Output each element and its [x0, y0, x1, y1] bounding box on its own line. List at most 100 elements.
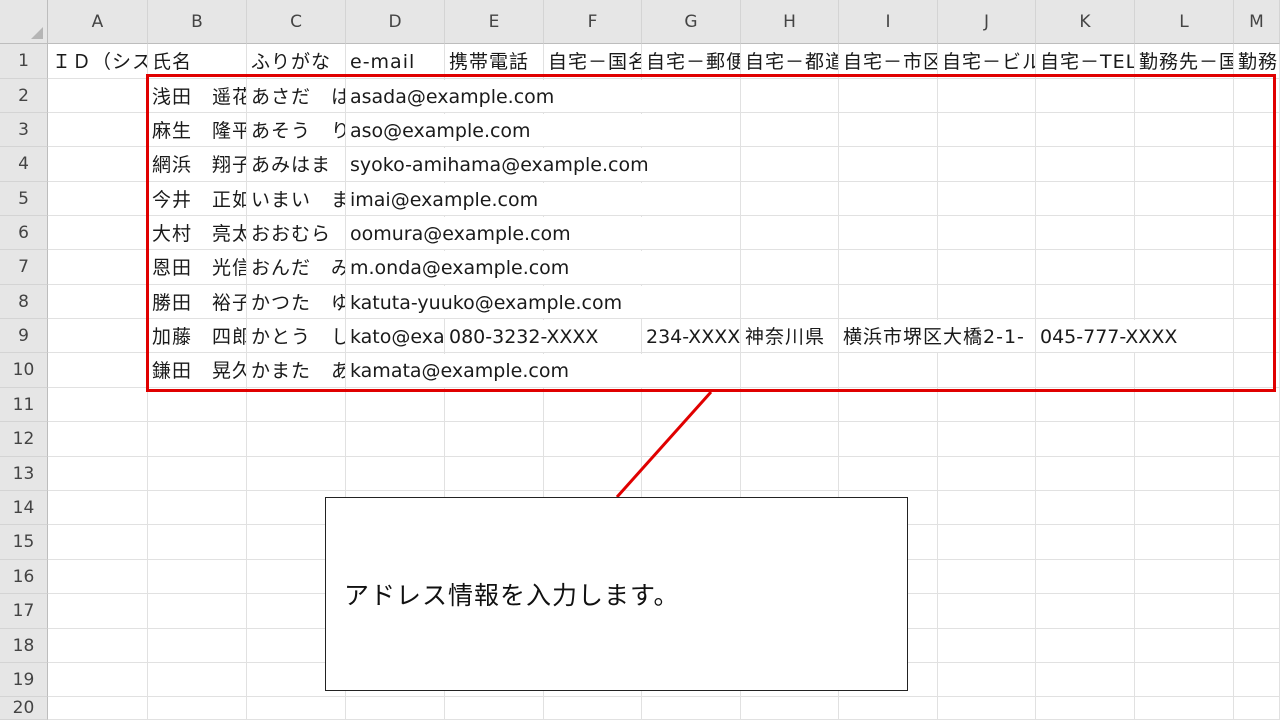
cell-a12[interactable]: [48, 422, 148, 457]
cell-l17[interactable]: [1135, 594, 1234, 629]
cell-h6[interactable]: [741, 216, 839, 250]
cell-j19[interactable]: [938, 663, 1036, 697]
cell-m15[interactable]: [1234, 525, 1280, 560]
cell-k18[interactable]: [1036, 629, 1135, 663]
cell-k2[interactable]: [1036, 79, 1135, 113]
cell-b20[interactable]: [148, 697, 247, 720]
cell-c11[interactable]: [247, 388, 346, 422]
cell-l2[interactable]: [1135, 79, 1234, 113]
cell-b16[interactable]: [148, 560, 247, 594]
cell-j3[interactable]: [938, 113, 1036, 147]
cell-g13[interactable]: [642, 457, 741, 491]
cell-j17[interactable]: [938, 594, 1036, 629]
row-header-1[interactable]: 1: [0, 44, 48, 79]
row-header-7[interactable]: 7: [0, 250, 48, 285]
column-header-f[interactable]: F: [544, 0, 642, 44]
cell-a7[interactable]: [48, 250, 148, 285]
cell-e11[interactable]: [445, 388, 544, 422]
cell-l3[interactable]: [1135, 113, 1234, 147]
cell-i8[interactable]: [839, 285, 938, 319]
column-header-a[interactable]: A: [48, 0, 148, 44]
cell-j5[interactable]: [938, 182, 1036, 216]
cell-a15[interactable]: [48, 525, 148, 560]
cell-h10[interactable]: [741, 353, 839, 388]
column-header-e[interactable]: E: [445, 0, 544, 44]
column-header-k[interactable]: K: [1036, 0, 1135, 44]
row-header-13[interactable]: 13: [0, 457, 48, 491]
row-header-5[interactable]: 5: [0, 182, 48, 216]
cell-m12[interactable]: [1234, 422, 1280, 457]
cell-j4[interactable]: [938, 147, 1036, 182]
cell-m17[interactable]: [1234, 594, 1280, 629]
cell-m6[interactable]: [1234, 216, 1280, 250]
cell-h8[interactable]: [741, 285, 839, 319]
cell-l6[interactable]: [1135, 216, 1234, 250]
row-header-14[interactable]: 14: [0, 491, 48, 525]
cell-b17[interactable]: [148, 594, 247, 629]
column-header-m[interactable]: M: [1234, 0, 1280, 44]
cell-a17[interactable]: [48, 594, 148, 629]
cell-m5[interactable]: [1234, 182, 1280, 216]
cell-h4[interactable]: [741, 147, 839, 182]
cell-j15[interactable]: [938, 525, 1036, 560]
row-header-9[interactable]: 9: [0, 319, 48, 353]
cell-m14[interactable]: [1234, 491, 1280, 525]
cell-j6[interactable]: [938, 216, 1036, 250]
row-header-8[interactable]: 8: [0, 285, 48, 319]
cell-i12[interactable]: [839, 422, 938, 457]
column-header-l[interactable]: L: [1135, 0, 1234, 44]
cell-m9[interactable]: [1234, 319, 1280, 353]
cell-d12[interactable]: [346, 422, 445, 457]
cell-a3[interactable]: [48, 113, 148, 147]
cell-m11[interactable]: [1234, 388, 1280, 422]
cell-g12[interactable]: [642, 422, 741, 457]
cell-i3[interactable]: [839, 113, 938, 147]
cell-l15[interactable]: [1135, 525, 1234, 560]
cell-a5[interactable]: [48, 182, 148, 216]
cell-f12[interactable]: [544, 422, 642, 457]
cell-m8[interactable]: [1234, 285, 1280, 319]
cell-j20[interactable]: [938, 697, 1036, 720]
cell-m16[interactable]: [1234, 560, 1280, 594]
cell-a18[interactable]: [48, 629, 148, 663]
cell-h12[interactable]: [741, 422, 839, 457]
cell-j7[interactable]: [938, 250, 1036, 285]
cell-l4[interactable]: [1135, 147, 1234, 182]
cell-m10[interactable]: [1234, 353, 1280, 388]
row-header-12[interactable]: 12: [0, 422, 48, 457]
cell-j14[interactable]: [938, 491, 1036, 525]
cell-m7[interactable]: [1234, 250, 1280, 285]
cell-l18[interactable]: [1135, 629, 1234, 663]
cell-a9[interactable]: [48, 319, 148, 353]
cell-i4[interactable]: [839, 147, 938, 182]
row-header-3[interactable]: 3: [0, 113, 48, 147]
cell-l11[interactable]: [1135, 388, 1234, 422]
row-header-20[interactable]: 20: [0, 697, 48, 720]
cell-a6[interactable]: [48, 216, 148, 250]
cell-a20[interactable]: [48, 697, 148, 720]
cell-a19[interactable]: [48, 663, 148, 697]
cell-k17[interactable]: [1036, 594, 1135, 629]
row-header-15[interactable]: 15: [0, 525, 48, 560]
cell-f20[interactable]: [544, 697, 642, 720]
cell-m2[interactable]: [1234, 79, 1280, 113]
cell-h20[interactable]: [741, 697, 839, 720]
row-header-17[interactable]: 17: [0, 594, 48, 629]
cell-k15[interactable]: [1036, 525, 1135, 560]
column-header-g[interactable]: G: [642, 0, 741, 44]
cell-k12[interactable]: [1036, 422, 1135, 457]
cell-j10[interactable]: [938, 353, 1036, 388]
cell-k20[interactable]: [1036, 697, 1135, 720]
cell-h13[interactable]: [741, 457, 839, 491]
row-header-2[interactable]: 2: [0, 79, 48, 113]
cell-l12[interactable]: [1135, 422, 1234, 457]
cell-k14[interactable]: [1036, 491, 1135, 525]
cell-d11[interactable]: [346, 388, 445, 422]
cell-h7[interactable]: [741, 250, 839, 285]
cell-i5[interactable]: [839, 182, 938, 216]
cell-k11[interactable]: [1036, 388, 1135, 422]
cell-a10[interactable]: [48, 353, 148, 388]
cell-j13[interactable]: [938, 457, 1036, 491]
cell-k3[interactable]: [1036, 113, 1135, 147]
cell-d20[interactable]: [346, 697, 445, 720]
